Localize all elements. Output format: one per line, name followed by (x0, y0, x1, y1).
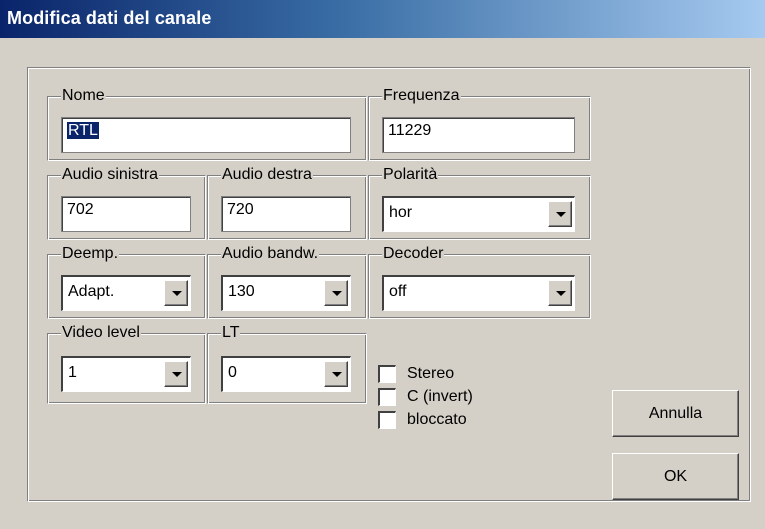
group-polarita: Polarità hor (368, 165, 591, 240)
group-nome: Nome RTL (47, 86, 367, 161)
ok-button[interactable]: OK (612, 453, 739, 500)
group-decoder: Decoder off (368, 244, 591, 319)
bloccato-label: bloccato (407, 411, 467, 428)
nome-value: RTL (66, 121, 100, 140)
video-level-select[interactable]: 1 (61, 356, 191, 392)
lt-label: LT (221, 323, 241, 342)
decoder-select[interactable]: off (382, 275, 575, 311)
group-frequenza: Frequenza 11229 (368, 86, 591, 161)
chevron-down-icon[interactable] (164, 280, 188, 306)
group-video-level: Video level 1 (47, 323, 206, 404)
cancel-button-label: Annulla (648, 405, 703, 422)
group-deemp: Deemp. Adapt. (47, 244, 206, 319)
checkbox-icon[interactable] (378, 388, 396, 406)
group-audio-destra: Audio destra 720 (207, 165, 367, 240)
audio-bandw-value: 130 (228, 283, 255, 300)
checkbox-icon[interactable] (378, 411, 396, 429)
group-audio-sinistra: Audio sinistra 702 (47, 165, 206, 240)
audio-destra-input[interactable]: 720 (221, 196, 351, 232)
window-title: Modifica dati del canale (7, 8, 212, 28)
decoder-label: Decoder (382, 244, 445, 263)
stereo-label: Stereo (407, 365, 455, 382)
lt-select[interactable]: 0 (221, 356, 351, 392)
ok-button-label: OK (663, 468, 688, 485)
cancel-button[interactable]: Annulla (612, 390, 739, 437)
decoder-value: off (389, 283, 407, 300)
video-level-label: Video level (61, 323, 141, 342)
group-audio-bandw: Audio bandw. 130 (207, 244, 367, 319)
nome-input[interactable]: RTL (61, 117, 351, 153)
chevron-down-icon[interactable] (324, 361, 348, 387)
lt-value: 0 (228, 364, 237, 381)
frequenza-input[interactable]: 11229 (382, 117, 575, 153)
deemp-value: Adapt. (68, 283, 115, 300)
audio-sinistra-input[interactable]: 702 (61, 196, 191, 232)
audio-sinistra-label: Audio sinistra (61, 165, 160, 184)
polarita-value: hor (389, 204, 413, 221)
polarita-select[interactable]: hor (382, 196, 575, 232)
group-lt: LT 0 (207, 323, 367, 404)
chevron-down-icon[interactable] (164, 361, 188, 387)
chevron-down-icon[interactable] (548, 201, 572, 227)
c-invert-label: C (invert) (407, 388, 473, 405)
deemp-select[interactable]: Adapt. (61, 275, 191, 311)
deemp-label: Deemp. (61, 244, 120, 263)
audio-bandw-select[interactable]: 130 (221, 275, 351, 311)
chevron-down-icon[interactable] (324, 280, 348, 306)
chevron-down-icon[interactable] (548, 280, 572, 306)
frequenza-value: 11229 (388, 122, 432, 139)
audio-destra-label: Audio destra (221, 165, 313, 184)
audio-sinistra-value: 702 (67, 201, 94, 218)
polarita-label: Polarità (382, 165, 439, 184)
checkbox-icon[interactable] (378, 365, 396, 383)
nome-label: Nome (61, 86, 106, 105)
frequenza-label: Frequenza (382, 86, 461, 105)
video-level-value: 1 (68, 364, 77, 381)
audio-destra-value: 720 (227, 201, 254, 218)
title-bar[interactable]: Modifica dati del canale (0, 0, 765, 38)
audio-bandw-label: Audio bandw. (221, 244, 320, 263)
